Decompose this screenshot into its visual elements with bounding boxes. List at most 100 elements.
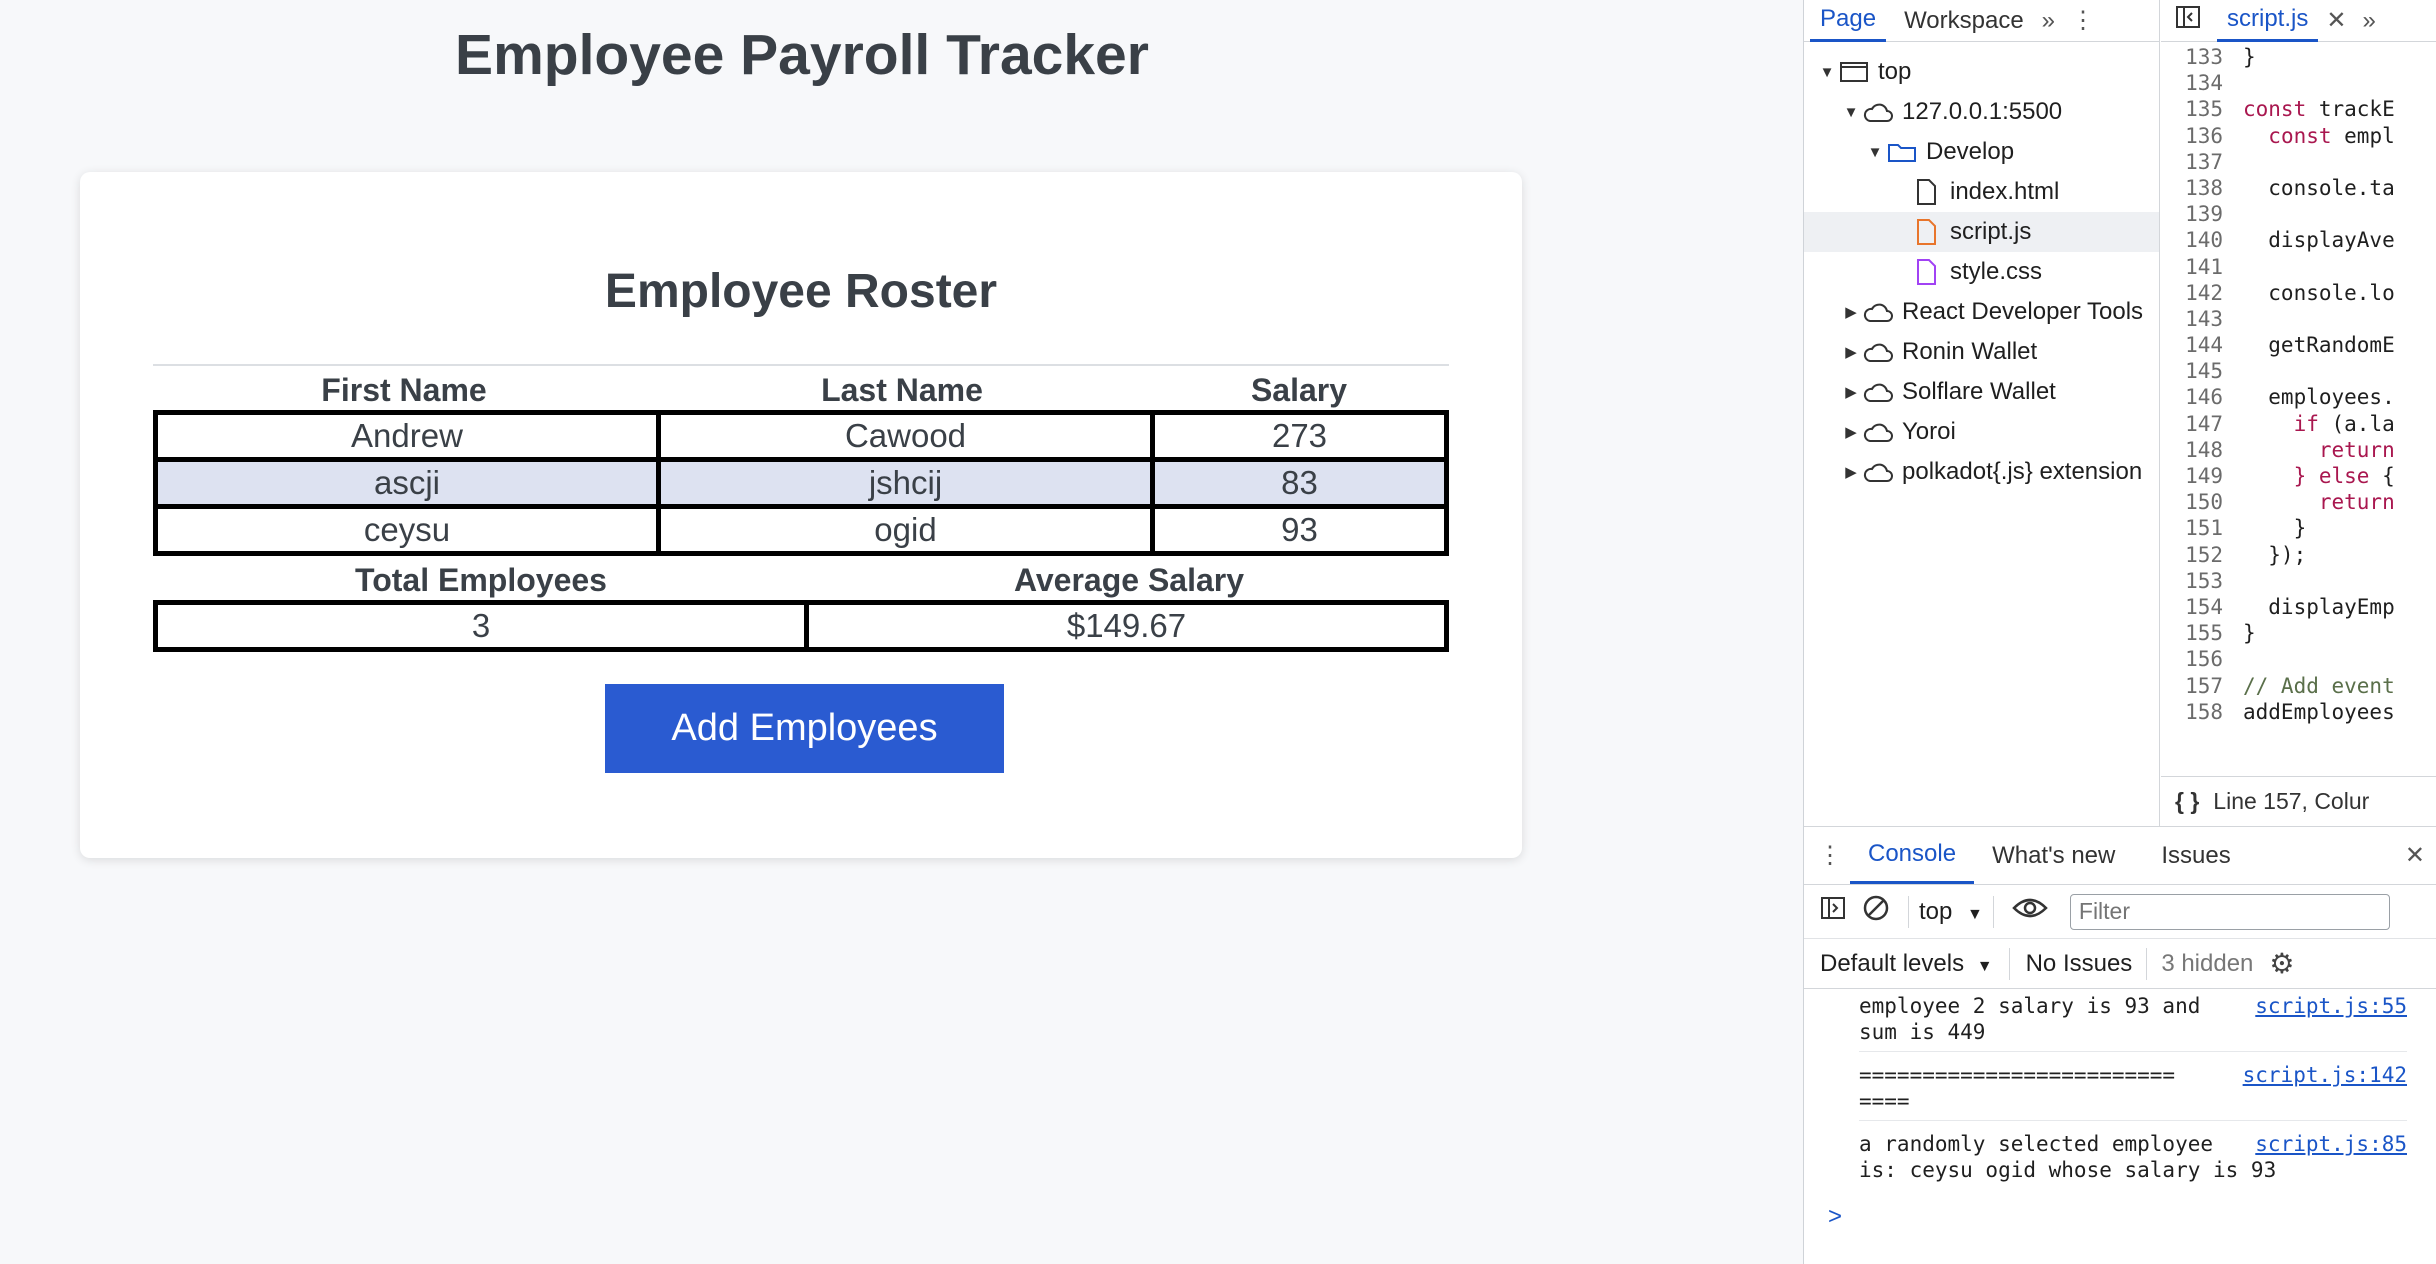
code-text: return xyxy=(2318,490,2395,515)
line-number: 158 xyxy=(2185,699,2223,724)
issues-count[interactable]: No Issues xyxy=(2026,950,2133,978)
collapsed-triangle-icon: ▶ xyxy=(1845,464,1857,481)
sources-panel: Page Workspace » ⋮ ▼ top ▼ 127.0.0.1:550… xyxy=(1804,0,2436,826)
line-number: 144 xyxy=(2185,333,2223,358)
code-editor: script.js ✕ » 133} 134 135 const trackE 136 … xyxy=(2161,0,2436,826)
employee-rows: Andrew Cawood 273 ascji jshcij 83 ceysu … xyxy=(153,410,1449,556)
hidden-count: 3 hidden xyxy=(2161,949,2254,977)
cell-first-name: Andrew xyxy=(158,415,656,457)
clear-console-icon[interactable] xyxy=(1854,894,1898,929)
tab-console[interactable]: Console xyxy=(1850,827,1975,884)
line-number: 136 xyxy=(2185,123,2223,148)
close-tab-icon[interactable]: ✕ xyxy=(2318,6,2354,35)
code-text: const trackE xyxy=(2243,97,2395,122)
code-line: 155} xyxy=(2161,620,2436,646)
line-number: 140 xyxy=(2185,228,2223,253)
cloud-icon xyxy=(1860,98,1896,126)
tab-issues[interactable]: Issues xyxy=(2143,829,2248,883)
sidebar-toggle-icon[interactable] xyxy=(1812,896,1854,927)
tree-label: script.js xyxy=(1950,218,2032,245)
tree-item-script-js[interactable]: script.js xyxy=(1804,212,2159,252)
code-text: employees. xyxy=(2243,385,2395,410)
filter-input[interactable] xyxy=(2069,893,2390,930)
more-tabs-icon[interactable]: » xyxy=(2354,7,2383,35)
app-page: Employee Payroll Tracker Employee Roster… xyxy=(0,0,1803,1264)
console-message: script.js:142 ========================= … xyxy=(1859,1052,2407,1121)
kebab-menu-icon[interactable]: ⋮ xyxy=(2063,6,2103,35)
tree-item-index-html[interactable]: index.html xyxy=(1804,172,2159,212)
frame-icon xyxy=(1836,58,1872,86)
toggle-navigator-icon[interactable] xyxy=(2167,5,2209,36)
code-line: 149 } else { xyxy=(2161,463,2436,489)
expanded-triangle-icon: ▼ xyxy=(1867,143,1883,161)
settings-gear-icon[interactable]: ⚙ xyxy=(2269,947,2294,980)
cloud-icon xyxy=(1860,418,1896,446)
tree-item-top[interactable]: ▼ top xyxy=(1804,52,2159,92)
code-line: 144 getRandomE xyxy=(2161,332,2436,358)
roster-title: Employee Roster xyxy=(604,265,998,318)
cell-first-name: ceysu xyxy=(158,509,656,551)
cloud-icon xyxy=(1860,458,1896,486)
levels-dropdown[interactable]: Default levels ▼ xyxy=(1820,950,1993,978)
tree-item-extension[interactable]: ▶ Solflare Wallet xyxy=(1804,372,2159,412)
editor-tabbar: script.js ✕ » xyxy=(2161,0,2436,42)
code-line: 154 displayEmp xyxy=(2161,594,2436,620)
tab-whats-new[interactable]: What's new xyxy=(1974,829,2133,883)
cell-last-name: ogid xyxy=(661,509,1150,551)
cursor-position: Line 157, Colur xyxy=(2213,788,2370,814)
tree-item-extension[interactable]: ▶ Yoroi xyxy=(1804,412,2159,452)
line-number: 156 xyxy=(2185,647,2223,672)
message-source-link[interactable]: script.js:142 xyxy=(2243,1062,2407,1088)
message-source-link[interactable]: script.js:55 xyxy=(2255,993,2407,1019)
line-number: 153 xyxy=(2185,568,2223,593)
tree-label: 127.0.0.1:5500 xyxy=(1902,98,2063,125)
code-line: 151 } xyxy=(2161,515,2436,541)
tree-item-host[interactable]: ▼ 127.0.0.1:5500 xyxy=(1804,92,2159,132)
console-drawer: ⋮ Console What's new Issues ✕ top ▼ Filt… xyxy=(1804,826,2436,1264)
tree-item-folder[interactable]: ▼ Develop xyxy=(1804,132,2159,172)
tree-label: React Developer Tools xyxy=(1902,298,2144,325)
tree-label: style.css xyxy=(1950,258,2043,285)
close-drawer-icon[interactable]: ✕ xyxy=(2397,841,2433,870)
more-tabs-icon[interactable]: » xyxy=(2034,7,2063,35)
tree-item-extension[interactable]: ▶ Ronin Wallet xyxy=(1804,332,2159,372)
line-number: 134 xyxy=(2185,71,2223,96)
context-selector[interactable]: top ▼ xyxy=(1919,898,1983,926)
message-source-link[interactable]: script.js:85 xyxy=(2255,1131,2407,1157)
pretty-print-icon[interactable]: { } xyxy=(2175,788,2199,815)
separator xyxy=(2008,947,2010,980)
code-lines[interactable]: 133} 134 135 const trackE 136 const empl 137 1… xyxy=(2161,44,2436,725)
line-number: 142 xyxy=(2185,280,2223,305)
code-line: 141 xyxy=(2161,254,2436,280)
expanded-triangle-icon: ▼ xyxy=(1843,103,1859,121)
code-line: 158 addEmployees xyxy=(2161,699,2436,725)
code-line: 143 xyxy=(2161,306,2436,332)
tab-page[interactable]: Page xyxy=(1810,0,1887,42)
tree-item-extension[interactable]: ▶ React Developer Tools xyxy=(1804,292,2159,332)
cell-last-name: Cawood xyxy=(661,415,1150,457)
line-number: 150 xyxy=(2185,490,2223,515)
tree-item-style-css[interactable]: style.css xyxy=(1804,252,2159,292)
editor-tab-script-js[interactable]: script.js xyxy=(2217,0,2319,42)
code-line: 148 return xyxy=(2161,437,2436,463)
column-header-first-name: First Name xyxy=(321,372,487,408)
cell-first-name: ascji xyxy=(158,462,656,504)
drawer-menu-icon[interactable]: ⋮ xyxy=(1810,841,1850,870)
eye-icon[interactable] xyxy=(2004,896,2056,927)
tab-workspace[interactable]: Workspace xyxy=(1894,1,2034,41)
code-line: 139 xyxy=(2161,201,2436,227)
add-employees-button[interactable]: Add Employees xyxy=(605,684,1004,773)
line-number: 152 xyxy=(2185,542,2223,567)
console-message: script.js:55 employee 2 salary is 93 and… xyxy=(1859,989,2407,1052)
message-text: ========================= ==== xyxy=(1859,1063,2176,1113)
code-line: 137 xyxy=(2161,149,2436,175)
console-prompt-chevron-icon[interactable]: > xyxy=(1828,1203,2436,1231)
tree-item-extension[interactable]: ▶ polkadot{.js} extension xyxy=(1804,452,2159,492)
line-number: 147 xyxy=(2185,411,2223,436)
